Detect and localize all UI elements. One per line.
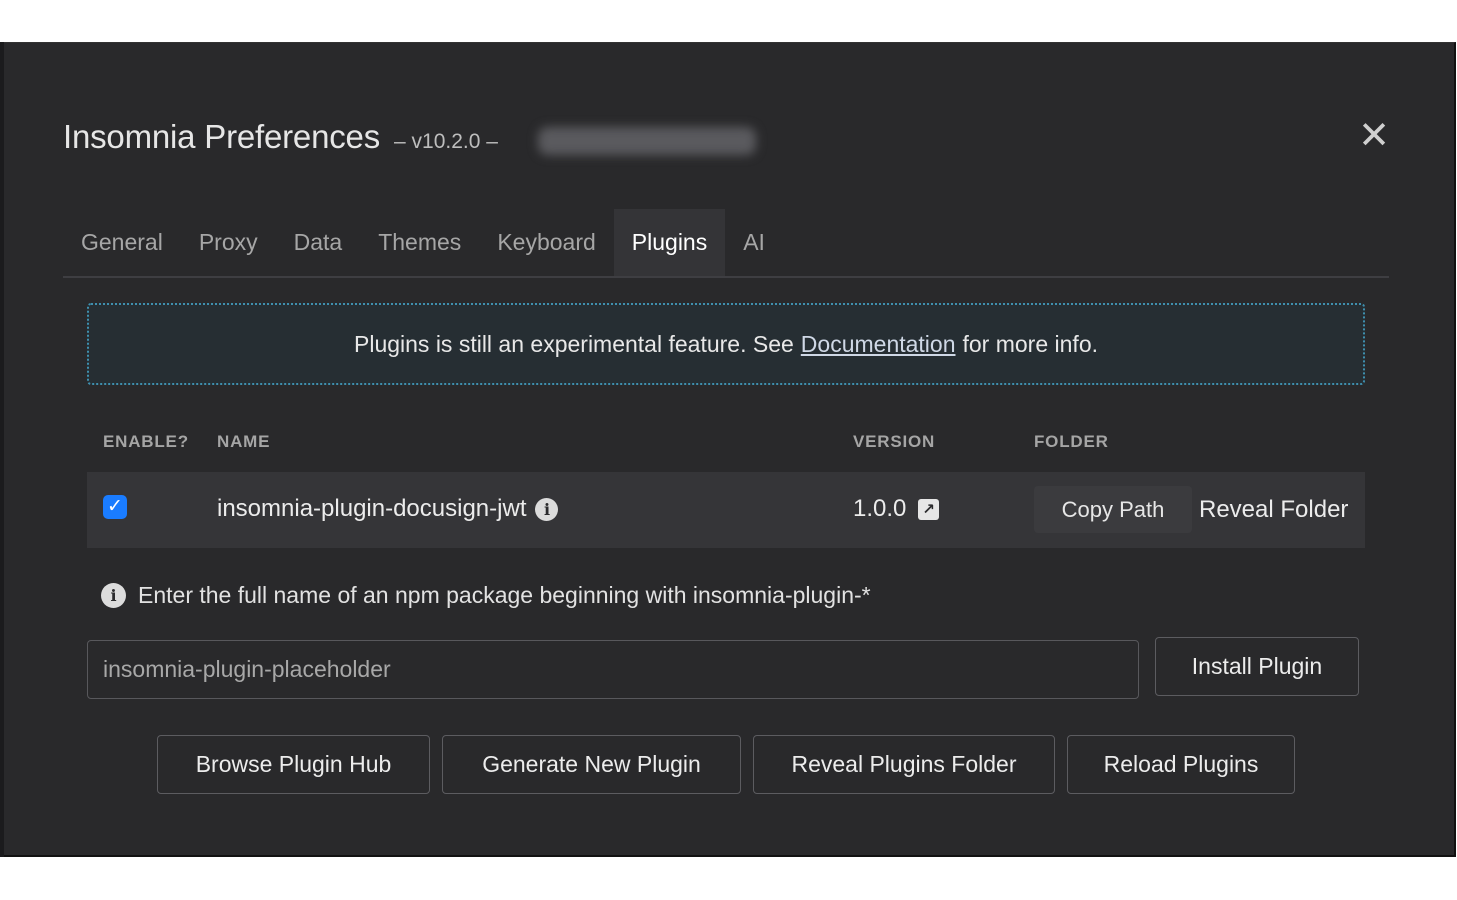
documentation-link[interactable]: Documentation	[801, 331, 956, 358]
app-version: – v10.2.0 –	[394, 130, 498, 153]
column-header-folder: FOLDER	[1034, 432, 1109, 451]
tab-general[interactable]: General	[63, 209, 181, 276]
reveal-folder-button[interactable]: Reveal Folder	[1199, 496, 1348, 524]
info-icon[interactable]: i	[535, 497, 559, 521]
package-name-input[interactable]	[87, 640, 1139, 699]
browse-plugin-hub-button[interactable]: Browse Plugin Hub	[157, 735, 430, 794]
tab-data[interactable]: Data	[276, 209, 361, 276]
tab-themes[interactable]: Themes	[360, 209, 479, 276]
modal-title: Insomnia Preferences	[63, 118, 380, 155]
tab-proxy[interactable]: Proxy	[181, 209, 276, 276]
tab-ai[interactable]: AI	[725, 209, 783, 276]
install-hint-text: Enter the full name of an npm package be…	[138, 582, 871, 608]
plugin-name: insomnia-plugin-docusign-jwt	[217, 495, 527, 522]
tab-plugins[interactable]: Plugins	[613, 209, 726, 276]
experimental-notice: Plugins is still an experimental feature…	[87, 303, 1365, 385]
notice-text-after: for more info.	[962, 330, 1099, 357]
column-header-name: NAME	[217, 432, 271, 451]
modal-header: Insomnia Preferences – v10.2.0 –	[63, 118, 498, 156]
preferences-tabs: General Proxy Data Themes Keyboard Plugi…	[63, 209, 1389, 278]
reveal-plugins-folder-button[interactable]: Reveal Plugins Folder	[753, 735, 1055, 794]
copy-path-button[interactable]: Copy Path	[1034, 486, 1192, 533]
install-hint: i Enter the full name of an npm package …	[101, 582, 871, 609]
plugin-enable-checkbox[interactable]: ✓	[103, 495, 127, 519]
tab-keyboard[interactable]: Keyboard	[479, 209, 613, 276]
column-header-version: VERSION	[853, 432, 936, 451]
notice-text-before: Plugins is still an experimental feature…	[354, 330, 794, 357]
generate-new-plugin-button[interactable]: Generate New Plugin	[442, 735, 741, 794]
close-icon[interactable]: ✕	[1356, 116, 1392, 156]
install-plugin-button[interactable]: Install Plugin	[1155, 637, 1359, 696]
reload-plugins-button[interactable]: Reload Plugins	[1067, 735, 1295, 794]
external-link-icon[interactable]: ↗	[918, 499, 939, 520]
plugin-version: 1.0.0	[853, 495, 907, 522]
plugin-name-cell: insomnia-plugin-docusign-jwt i	[217, 495, 559, 523]
column-header-enable: ENABLE?	[103, 432, 189, 451]
info-icon: i	[101, 583, 126, 608]
redacted-account-email	[538, 127, 756, 155]
